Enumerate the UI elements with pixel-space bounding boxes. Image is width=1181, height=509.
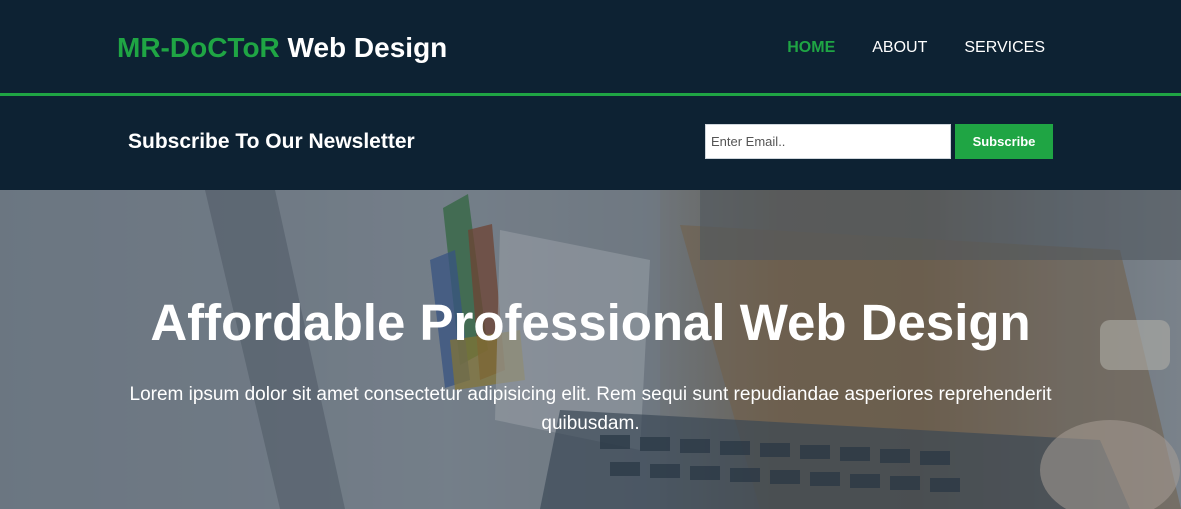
subscribe-button[interactable]: Subscribe (955, 124, 1053, 159)
email-input[interactable] (705, 124, 951, 159)
site-header: MR-DoCToR Web Design HOME ABOUT SERVICES (0, 0, 1181, 93)
logo-rest-text: Web Design (279, 32, 448, 63)
site-logo[interactable]: MR-DoCToR Web Design (117, 31, 447, 65)
nav-link-services[interactable]: SERVICES (964, 38, 1045, 58)
hero-section: Affordable Professional Web Design Lorem… (0, 190, 1181, 509)
logo-brand-text: MR-DoCToR (117, 32, 280, 63)
main-nav: HOME ABOUT SERVICES (787, 38, 1045, 58)
nav-link-home[interactable]: HOME (787, 38, 835, 58)
hero-title: Affordable Professional Web Design (150, 294, 1031, 351)
hero-description: Lorem ipsum dolor sit amet consectetur a… (129, 384, 1052, 434)
newsletter-bar: Subscribe To Our Newsletter Subscribe (0, 96, 1181, 190)
newsletter-title: Subscribe To Our Newsletter (128, 130, 415, 153)
nav-link-about[interactable]: ABOUT (872, 38, 927, 58)
